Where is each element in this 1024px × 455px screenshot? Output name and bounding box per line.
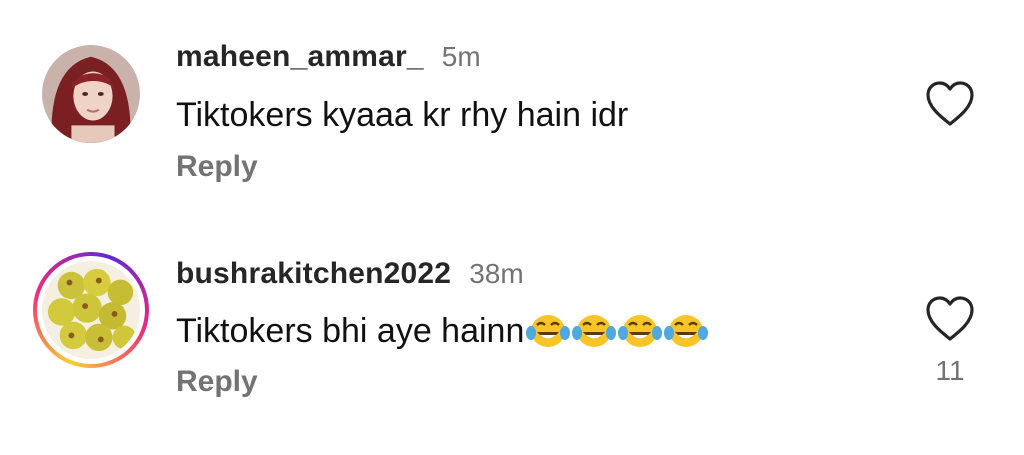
comment-meta: bushrakitchen2022 38m: [176, 257, 524, 291]
like-button[interactable]: [924, 80, 976, 128]
face-with-tears-of-joy-icon: [526, 315, 571, 347]
username[interactable]: bushrakitchen2022: [176, 257, 451, 291]
comment-item: maheen_ammar_ 5m Tiktokers kyaaa kr rhy …: [0, 0, 1024, 200]
like-button[interactable]: [924, 295, 976, 343]
avatar: [42, 261, 140, 359]
avatar-photo: [42, 261, 140, 359]
avatar[interactable]: [42, 45, 140, 143]
comment-item: bushrakitchen2022 38m Tiktokers bhi aye …: [0, 215, 1024, 415]
reply-button[interactable]: Reply: [176, 150, 258, 184]
comment-meta: maheen_ammar_ 5m: [176, 40, 481, 74]
emoji-group: [526, 311, 709, 351]
avatar-story-ring[interactable]: [33, 252, 149, 368]
avatar-photo: [42, 45, 140, 143]
reply-button[interactable]: Reply: [176, 365, 258, 399]
username[interactable]: maheen_ammar_: [176, 40, 424, 74]
comment-text: Tiktokers bhi aye hainn: [176, 311, 709, 351]
comment-text: Tiktokers kyaaa kr rhy hain idr: [176, 96, 628, 135]
face-with-tears-of-joy-icon: [572, 315, 617, 347]
face-with-tears-of-joy-icon: [618, 315, 663, 347]
like-count: 11: [935, 355, 965, 386]
timestamp: 5m: [441, 41, 481, 72]
timestamp: 38m: [469, 258, 524, 289]
comment-list: maheen_ammar_ 5m Tiktokers kyaaa kr rhy …: [0, 0, 1024, 455]
heart-outline-icon: [926, 81, 974, 126]
face-with-tears-of-joy-icon: [664, 315, 709, 347]
comment-body: Tiktokers bhi aye hainn: [176, 311, 525, 350]
heart-outline-icon: [926, 296, 974, 341]
comment-body: Tiktokers kyaaa kr rhy hain idr: [176, 96, 629, 134]
